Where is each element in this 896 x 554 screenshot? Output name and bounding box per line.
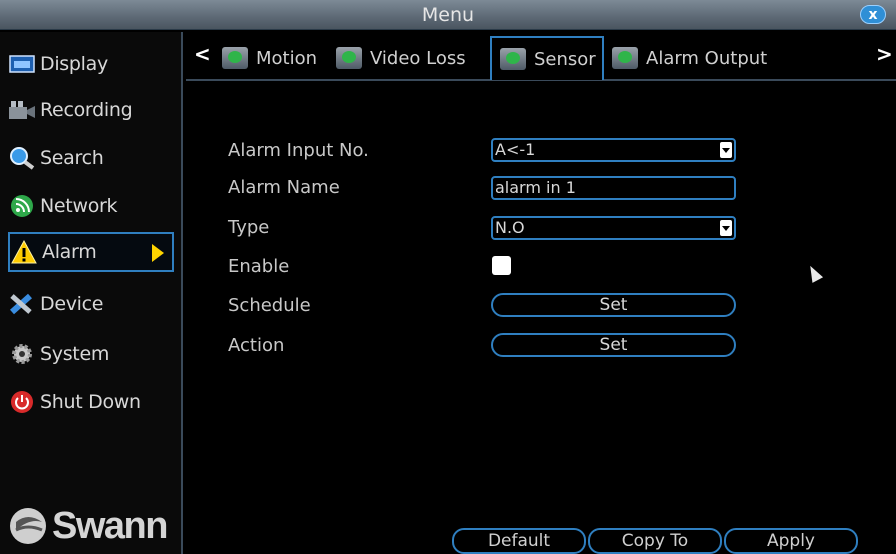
sidebar-item-device[interactable]: Device: [8, 284, 174, 324]
gear-icon: [8, 341, 36, 367]
sidebar-item-search[interactable]: Search: [8, 138, 174, 178]
sidebar-item-label: Search: [40, 147, 104, 169]
tab-label: Sensor: [534, 48, 596, 70]
sidebar-item-recording[interactable]: Recording: [8, 90, 174, 130]
sensor-settings: Alarm Input No. A<-1 Alarm Name alarm in…: [186, 90, 896, 554]
alarm-input-value: A<-1: [495, 140, 536, 159]
sensor-icon: [500, 48, 526, 70]
sidebar-item-label: Display: [40, 53, 108, 75]
sidebar-item-label: Shut Down: [40, 391, 141, 413]
display-icon: [8, 51, 36, 77]
enable-checkbox[interactable]: [492, 256, 511, 275]
alarm-name-label: Alarm Name: [228, 177, 340, 198]
type-select[interactable]: N.O: [491, 216, 736, 240]
sidebar-item-system[interactable]: System: [8, 334, 174, 374]
action-set-button[interactable]: Set: [491, 333, 736, 357]
search-icon: [8, 145, 36, 171]
tab-sensor[interactable]: Sensor: [490, 36, 604, 80]
power-icon: [8, 389, 36, 415]
tab-video-loss[interactable]: Video Loss: [328, 38, 466, 78]
device-icon: [8, 291, 36, 317]
tab-next-button[interactable]: >: [876, 42, 893, 66]
sidebar-item-label: Network: [40, 195, 118, 217]
default-button[interactable]: Default: [452, 528, 586, 554]
enable-label: Enable: [228, 256, 290, 277]
swann-logo: Swann: [8, 500, 180, 552]
apply-button[interactable]: Apply: [724, 528, 858, 554]
logo-text: Swann: [52, 504, 168, 547]
type-label: Type: [228, 217, 270, 238]
motion-icon: [222, 47, 248, 69]
sidebar-item-display[interactable]: Display: [8, 44, 174, 84]
close-button[interactable]: x: [860, 5, 886, 24]
chevron-down-icon: [720, 220, 732, 236]
chevron-down-icon: [720, 142, 732, 158]
recording-icon: [8, 97, 36, 123]
tab-prev-button[interactable]: <: [194, 42, 211, 66]
sidebar-item-shutdown[interactable]: Shut Down: [8, 382, 174, 422]
sidebar-item-label: Device: [40, 293, 104, 315]
tab-label: Video Loss: [370, 47, 466, 69]
window-title: Menu: [421, 4, 475, 26]
chevron-right-icon: [152, 244, 164, 262]
schedule-set-button[interactable]: Set: [491, 293, 736, 317]
alarm-input-label: Alarm Input No.: [228, 140, 369, 161]
sidebar-item-alarm[interactable]: Alarm: [8, 232, 174, 272]
alarm-input-select[interactable]: A<-1: [491, 138, 736, 162]
copy-to-button[interactable]: Copy To: [588, 528, 722, 554]
type-value: N.O: [495, 218, 525, 237]
action-label: Action: [228, 335, 285, 356]
video-loss-icon: [336, 47, 362, 69]
alarm-name-field[interactable]: alarm in 1: [491, 176, 736, 200]
tab-label: Alarm Output: [646, 47, 768, 69]
sidebar-item-network[interactable]: Network: [8, 186, 174, 226]
tab-label: Motion: [256, 47, 318, 69]
sidebar-item-label: Recording: [40, 99, 133, 121]
tab-bar: < Motion Video Loss Sensor Alarm Output …: [186, 32, 896, 88]
sidebar: Display Recording Search Network Alarm D…: [0, 32, 183, 554]
swann-logo-icon: [10, 508, 46, 544]
network-icon: [8, 193, 36, 219]
sidebar-item-label: Alarm: [42, 241, 97, 263]
alarm-icon: [10, 239, 38, 265]
tab-alarm-output[interactable]: Alarm Output: [604, 38, 767, 78]
alarm-name-value: alarm in 1: [495, 178, 576, 197]
alarm-output-icon: [612, 47, 638, 69]
tab-motion[interactable]: Motion: [214, 38, 317, 78]
title-bar: Menu x: [0, 0, 896, 30]
schedule-label: Schedule: [228, 295, 311, 316]
sidebar-item-label: System: [40, 343, 110, 365]
